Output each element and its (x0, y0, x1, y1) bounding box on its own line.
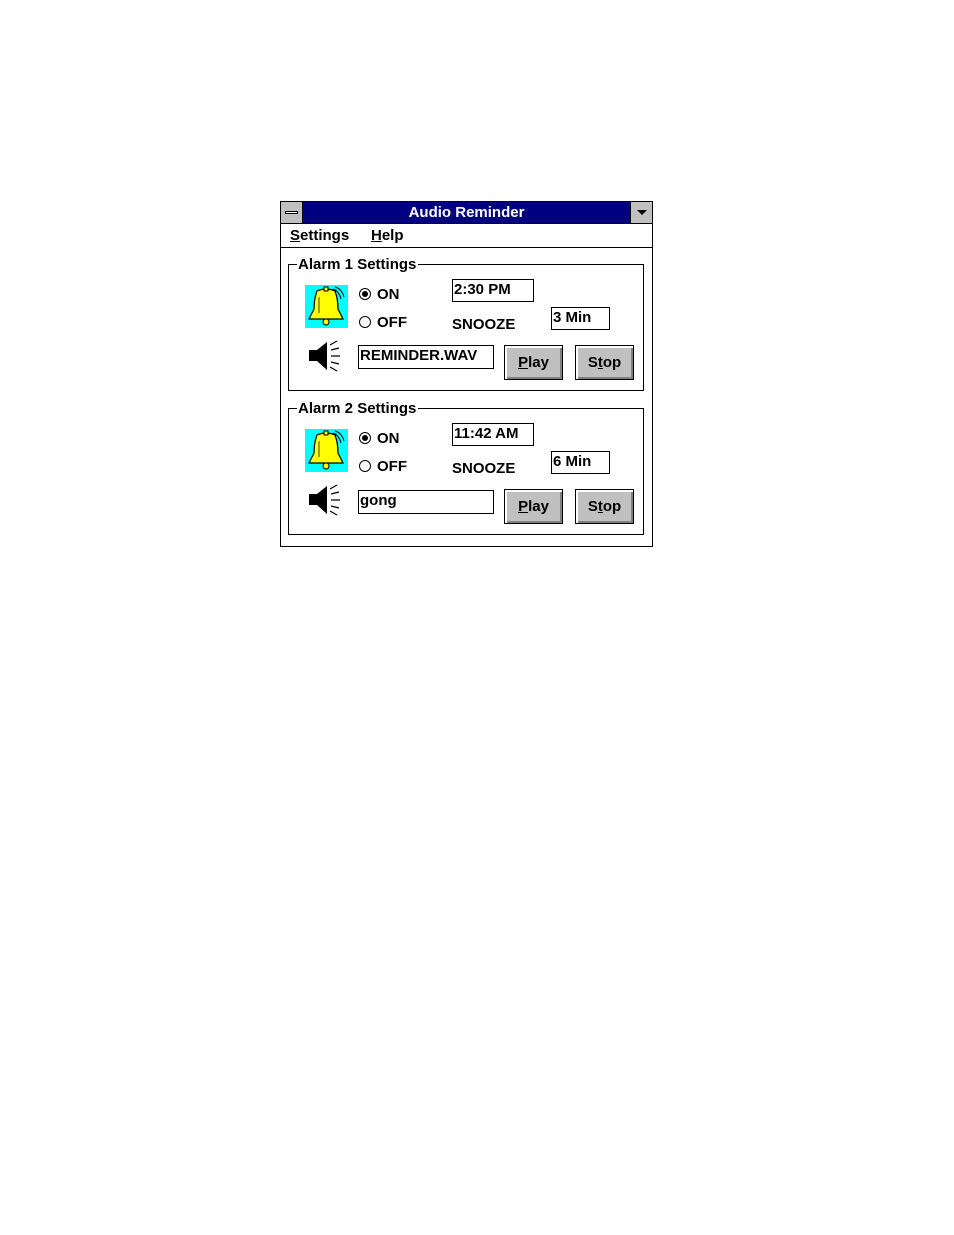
bell-icon (305, 429, 348, 472)
alarm-1-stop-button[interactable]: Stop (575, 345, 634, 380)
alarm-1-on-radio[interactable]: ON (359, 287, 400, 303)
alarm-2-time-input[interactable]: 11:42 AM (452, 423, 534, 446)
play-label-post: lay (528, 354, 549, 371)
alarm-2-snooze-input[interactable]: 6 Min (551, 451, 610, 474)
alarm-1-play-button[interactable]: Play (504, 345, 563, 380)
menu-settings-label: ettings (300, 227, 350, 244)
stop-label-post: op (602, 498, 622, 515)
speaker-icon (307, 483, 341, 517)
alarm-1-snooze-label: SNOOZE (452, 316, 516, 333)
alarm-1-time-input[interactable]: 2:30 PM (452, 279, 534, 302)
radio-selected-icon (359, 432, 371, 444)
stop-label-pre: S (587, 498, 598, 515)
stop-label-pre: S (587, 354, 598, 371)
play-label-post: lay (528, 498, 549, 515)
alarm-1-on-label: ON (377, 286, 400, 303)
minimize-icon (637, 210, 647, 215)
title-bar[interactable]: Audio Reminder (281, 202, 652, 224)
alarm-1-group: Alarm 1 Settings ON OFF 2:30 PM SNOOZE 3… (288, 256, 644, 391)
alarm-1-off-radio[interactable]: OFF (359, 315, 407, 331)
play-label-mnemonic: P (518, 498, 529, 515)
alarm-2-sound-file-input[interactable]: gong (358, 490, 494, 514)
play-label-mnemonic: P (518, 354, 529, 371)
system-menu-icon (285, 211, 298, 214)
speaker-icon (307, 339, 341, 373)
alarm-2-legend: Alarm 2 Settings (297, 400, 419, 417)
minimize-button[interactable] (630, 202, 652, 223)
window-title: Audio Reminder (408, 204, 525, 221)
bell-icon (305, 285, 348, 328)
alarm-2-off-radio[interactable]: OFF (359, 459, 407, 475)
alarm-1-legend: Alarm 1 Settings (297, 256, 419, 273)
radio-unselected-icon (359, 460, 371, 472)
stop-label-post: op (602, 354, 622, 371)
menu-help-mnemonic: H (371, 227, 382, 244)
alarm-2-play-button[interactable]: Play (504, 489, 563, 524)
menu-help[interactable]: Help (371, 227, 404, 244)
alarm-1-off-label: OFF (377, 314, 407, 331)
audio-reminder-window: Audio Reminder Settings Help Alarm 1 Set… (280, 201, 653, 547)
menu-settings-mnemonic: S (290, 227, 301, 244)
alarm-1-sound-file-input[interactable]: REMINDER.WAV (358, 345, 494, 369)
alarm-2-snooze-label: SNOOZE (452, 460, 516, 477)
alarm-2-off-label: OFF (377, 458, 407, 475)
alarm-2-on-radio[interactable]: ON (359, 431, 400, 447)
alarm-2-stop-button[interactable]: Stop (575, 489, 634, 524)
alarm-2-group: Alarm 2 Settings ON OFF 11:42 AM SNOOZE … (288, 400, 644, 535)
menu-settings[interactable]: Settings (290, 227, 349, 244)
menu-help-label: elp (381, 227, 404, 244)
system-menu-button[interactable] (281, 202, 303, 223)
radio-selected-icon (359, 288, 371, 300)
alarm-2-on-label: ON (377, 430, 400, 447)
radio-unselected-icon (359, 316, 371, 328)
menu-bar: Settings Help (281, 224, 652, 248)
alarm-1-snooze-input[interactable]: 3 Min (551, 307, 610, 330)
